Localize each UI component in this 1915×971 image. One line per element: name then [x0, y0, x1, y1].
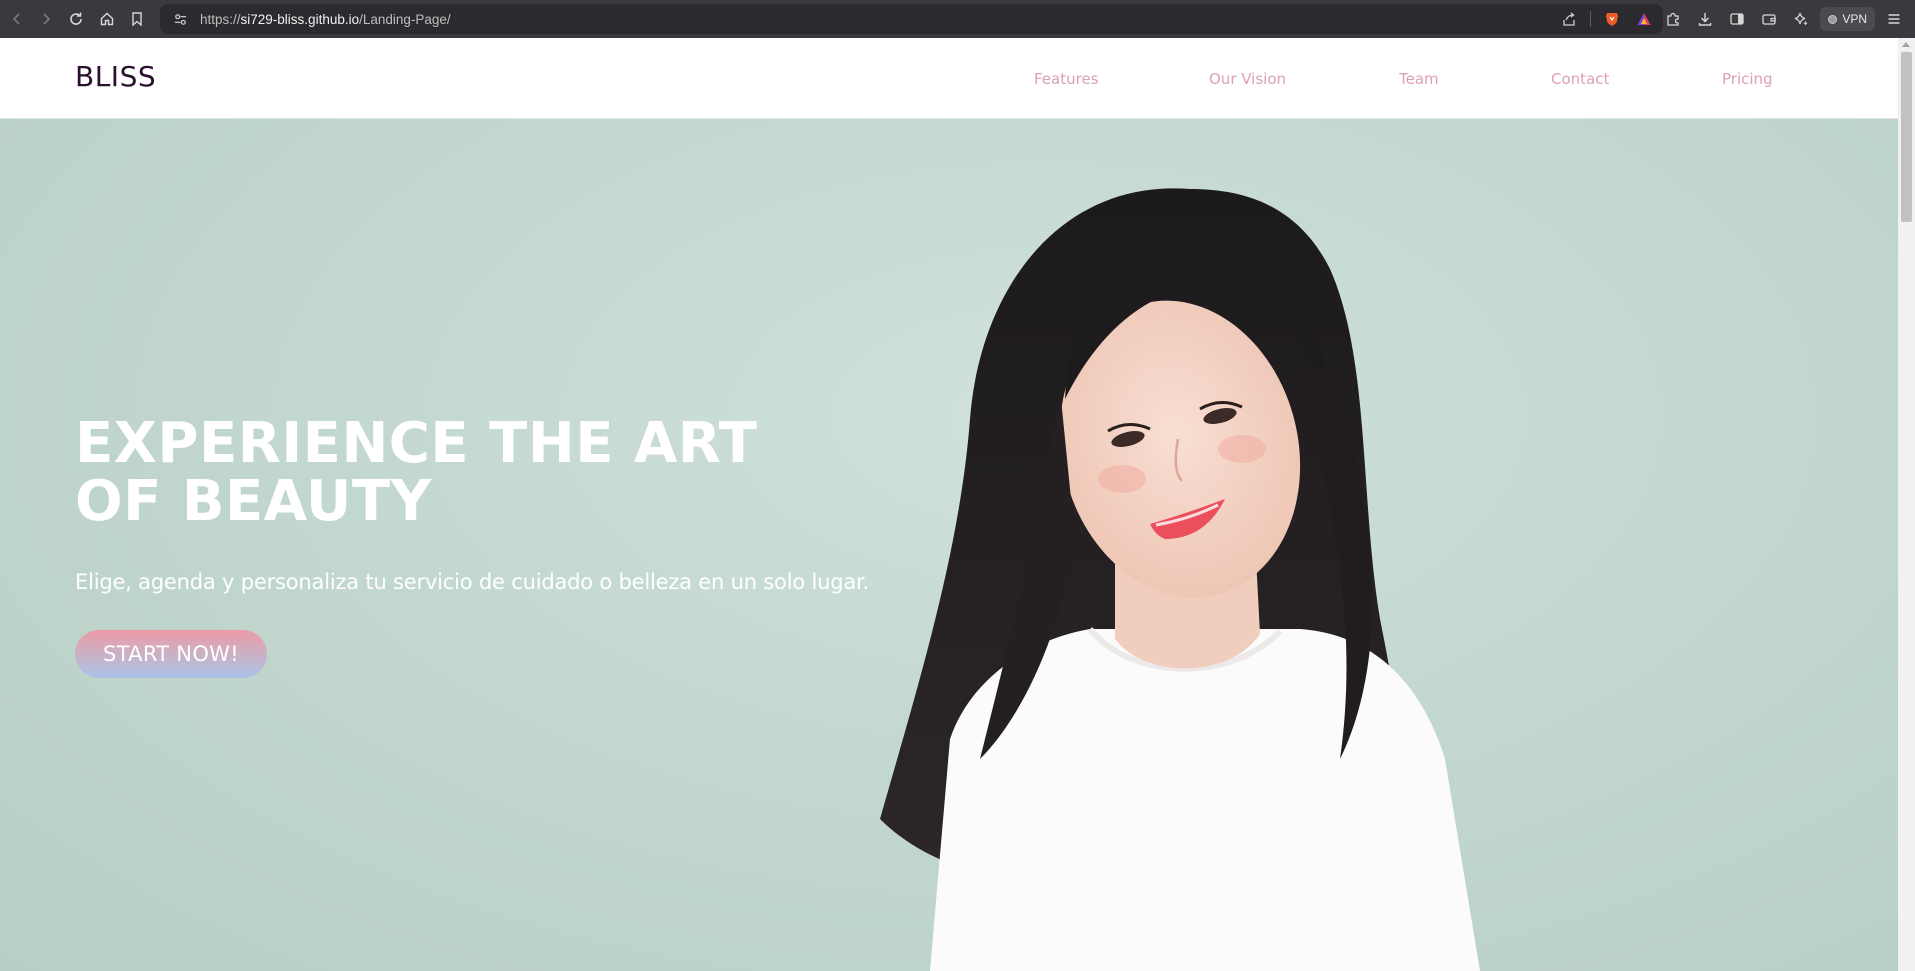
downloads-button[interactable]	[1692, 6, 1718, 32]
share-icon	[1563, 12, 1575, 26]
nav-link-contact[interactable]: Contact	[1551, 70, 1609, 88]
forward-arrow-icon	[43, 13, 51, 25]
address-bar[interactable]: https://si729-bliss.github.io/Landing-Pa…	[160, 4, 1663, 34]
forward-button[interactable]	[31, 4, 61, 34]
vpn-label: VPN	[1842, 12, 1867, 26]
wallet-button[interactable]	[1756, 6, 1782, 32]
site-header: BLISS Features Our Vision Team Contact P…	[0, 38, 1898, 119]
sparkle-icon	[1795, 12, 1808, 25]
nav-link-team[interactable]: Team	[1399, 70, 1439, 88]
leo-ai-button[interactable]	[1788, 6, 1814, 32]
bookmark-icon	[132, 12, 142, 27]
scroll-up-arrow-icon[interactable]	[1902, 42, 1910, 47]
start-now-button[interactable]: START NOW!	[75, 630, 267, 678]
hero-subtitle: Elige, agenda y personaliza tu servicio …	[75, 570, 869, 594]
site-settings-icon[interactable]	[166, 5, 194, 33]
brave-shields-button[interactable]	[1601, 8, 1623, 30]
back-arrow-icon	[12, 13, 20, 25]
vpn-button[interactable]: VPN	[1820, 7, 1875, 31]
sidebar-button[interactable]	[1724, 6, 1750, 32]
url-path: /Landing-Page/	[359, 11, 451, 27]
rewards-triangle-icon	[1637, 13, 1651, 25]
toolbar-divider	[1590, 11, 1591, 27]
nav-link-features[interactable]: Features	[1034, 70, 1099, 88]
reload-button[interactable]	[61, 4, 91, 34]
brave-rewards-button[interactable]	[1633, 8, 1655, 30]
nav-link-pricing[interactable]: Pricing	[1722, 70, 1773, 88]
share-button[interactable]	[1558, 8, 1580, 30]
reload-icon	[70, 12, 82, 25]
url-text: https://si729-bliss.github.io/Landing-Pa…	[200, 12, 451, 27]
extensions-button[interactable]	[1660, 6, 1686, 32]
url-scheme: https://	[200, 11, 241, 27]
hero-section: EXPERIENCE THE ART OF BEAUTY Elige, agen…	[0, 119, 1898, 971]
site-logo[interactable]: BLISS	[75, 60, 156, 93]
hero-title: EXPERIENCE THE ART OF BEAUTY	[75, 411, 758, 534]
back-button[interactable]	[2, 4, 32, 34]
home-icon	[100, 12, 114, 26]
download-icon	[1699, 13, 1712, 26]
page-viewport: BLISS Features Our Vision Team Contact P…	[0, 38, 1898, 971]
url-host: si729-bliss.github.io	[240, 11, 360, 27]
wallet-icon	[1762, 14, 1776, 25]
brave-lion-icon	[1606, 13, 1618, 26]
bookmark-button[interactable]	[122, 4, 152, 34]
scrollbar-thumb[interactable]	[1901, 52, 1912, 222]
home-button[interactable]	[92, 4, 122, 34]
sidebar-icon	[1730, 13, 1744, 25]
menu-button[interactable]	[1881, 6, 1907, 32]
hero-portrait-image	[880, 188, 1480, 971]
hamburger-menu-icon	[1888, 14, 1900, 24]
puzzle-icon	[1667, 12, 1679, 26]
vpn-status-icon	[1828, 14, 1838, 24]
browser-toolbar: https://si729-bliss.github.io/Landing-Pa…	[0, 0, 1915, 38]
page-scrollbar[interactable]	[1898, 38, 1915, 971]
nav-link-our-vision[interactable]: Our Vision	[1209, 70, 1286, 88]
